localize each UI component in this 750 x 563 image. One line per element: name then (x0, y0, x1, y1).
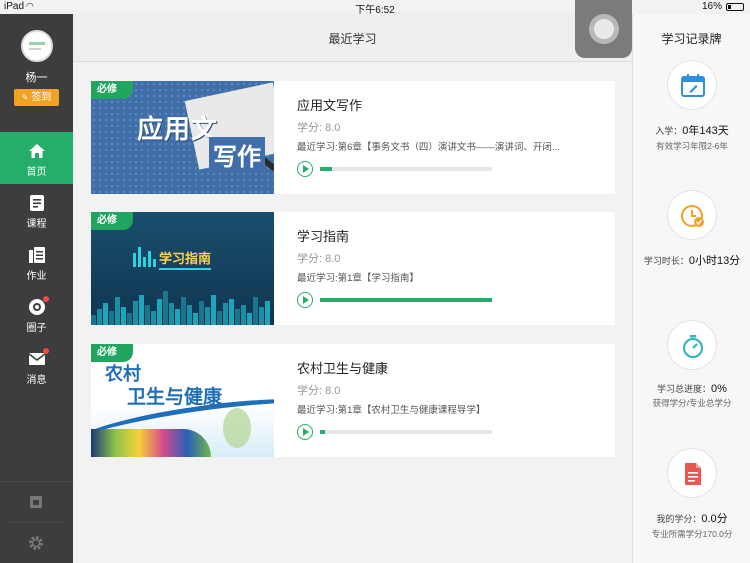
document-icon (685, 463, 701, 485)
course-thumbnail: 农村 卫生与健康 必修 (91, 344, 274, 457)
stat-value: 0年143天 (682, 125, 729, 137)
page-header: 最近学习 (73, 14, 632, 62)
checkin-label: 签到 (31, 92, 52, 103)
thumbnail-text: 学习指南 (159, 248, 212, 270)
progress-bar (320, 167, 492, 171)
home-icon (28, 144, 45, 158)
username: 杨一 (25, 72, 48, 84)
required-badge: 必修 (91, 344, 133, 362)
sidebar: 杨一 ✎ 签到 首页 课程 作业 圈子 消息 (0, 14, 73, 563)
study-record-panel: 学习记录牌 入学：0年143天 有效学习年限2-6年 学习时长：0小时13分 学… (632, 14, 750, 563)
sidebar-item-label: 课程 (26, 219, 47, 230)
sidebar-item-homework[interactable]: 作业 (0, 236, 73, 288)
clock-icon (681, 205, 704, 227)
battery-percent: 16% (701, 1, 722, 12)
calendar-icon (681, 74, 705, 97)
course-thumbnail: 学习指南 必修 (91, 212, 274, 325)
stat-note: 专业所需学分170.0分 (651, 529, 733, 539)
course-credit: 学分: 8.0 (297, 253, 341, 265)
stopwatch-icon (683, 335, 703, 358)
circle-icon (28, 296, 49, 316)
progress-bar (320, 298, 492, 302)
course-title: 学习指南 (297, 229, 350, 244)
thumbnail-text: 写作 (209, 137, 265, 172)
sidebar-item-message[interactable]: 消息 (0, 340, 73, 392)
play-icon[interactable] (297, 424, 313, 440)
course-icon (29, 195, 44, 211)
course-credit: 学分: 8.0 (297, 385, 341, 397)
course-credit: 学分: 8.0 (297, 122, 341, 134)
stat-label: 学习时长： (643, 256, 689, 266)
stat-credits: 我的学分：0.0分 专业所需学分170.0分 (633, 448, 750, 540)
profile-block: 杨一 ✎ 签到 (0, 14, 73, 132)
course-title: 农村卫生与健康 (297, 361, 389, 376)
sidebar-item-label: 消息 (26, 375, 47, 386)
recent-chapter: 最近学习:第1章【农村卫生与健康课程导学】 (297, 405, 486, 416)
message-icon (28, 348, 49, 368)
recent-chapter: 最近学习:第1章【学习指南】 (297, 273, 419, 284)
stat-value: 0.0分 (701, 513, 728, 525)
notification-dot (42, 296, 49, 302)
stat-label: 学习总进度： (657, 384, 712, 394)
edit-icon: ✎ (21, 93, 29, 102)
play-icon[interactable] (297, 292, 313, 308)
stat-note: 获得学分/专业总学分 (652, 398, 732, 408)
assistive-touch-button[interactable] (575, 0, 632, 58)
stat-value: 0% (711, 383, 727, 395)
notification-dot (42, 348, 49, 354)
stat-label: 入学： (655, 126, 683, 136)
sidebar-footer (0, 481, 73, 563)
course-card[interactable]: 农村 卫生与健康 必修 农村卫生与健康 学分: 8.0 最近学习:第1章【农村卫… (91, 344, 615, 457)
sidebar-item-label: 首页 (26, 167, 47, 178)
stat-progress: 学习总进度：0% 获得学分/专业总学分 (633, 320, 750, 409)
sidebar-item-label: 圈子 (26, 323, 47, 334)
course-title: 应用文写作 (297, 98, 363, 113)
battery-icon (726, 3, 744, 11)
course-thumbnail: 应用文 写作 必修 (91, 81, 274, 194)
sidebar-item-home[interactable]: 首页 (0, 132, 73, 184)
stat-note: 有效学习年限2-6年 (656, 141, 728, 151)
page-title: 最近学习 (328, 32, 377, 46)
sidebar-item-label: 作业 (26, 271, 47, 282)
thumbnail-text: 应用文 (137, 114, 219, 144)
required-badge: 必修 (91, 81, 133, 99)
course-card[interactable]: 应用文 写作 必修 应用文写作 学分: 8.0 最近学习:第6章【事务文书（四）… (91, 81, 615, 194)
stat-label: 我的学分： (656, 514, 702, 524)
thumbnail-text: 卫生与健康 (127, 387, 223, 408)
avatar[interactable] (21, 30, 53, 62)
archive-icon[interactable] (28, 494, 44, 510)
checkin-button[interactable]: ✎ 签到 (14, 89, 59, 106)
stat-enrollment: 入学：0年143天 有效学习年限2-6年 (633, 60, 750, 152)
homework-icon (28, 247, 45, 263)
stat-duration: 学习时长：0小时13分 (633, 190, 750, 268)
stat-value: 0小时13分 (688, 255, 741, 267)
gear-icon[interactable] (28, 535, 44, 551)
recent-chapter: 最近学习:第6章【事务文书（四）演讲文书——演讲词、开闭... (297, 142, 560, 153)
progress-bar (320, 430, 492, 434)
panel-title: 学习记录牌 (661, 32, 722, 46)
play-icon[interactable] (297, 161, 313, 177)
required-badge: 必修 (91, 212, 133, 230)
status-bar: iPad ◠ 下午6:52 16% (0, 0, 750, 16)
sidebar-item-course[interactable]: 课程 (0, 184, 73, 236)
course-card[interactable]: 学习指南 必修 学习指南 学分: 8.0 最近学习:第1章【学习指南】 (91, 212, 615, 325)
sidebar-item-circle[interactable]: 圈子 (0, 288, 73, 340)
